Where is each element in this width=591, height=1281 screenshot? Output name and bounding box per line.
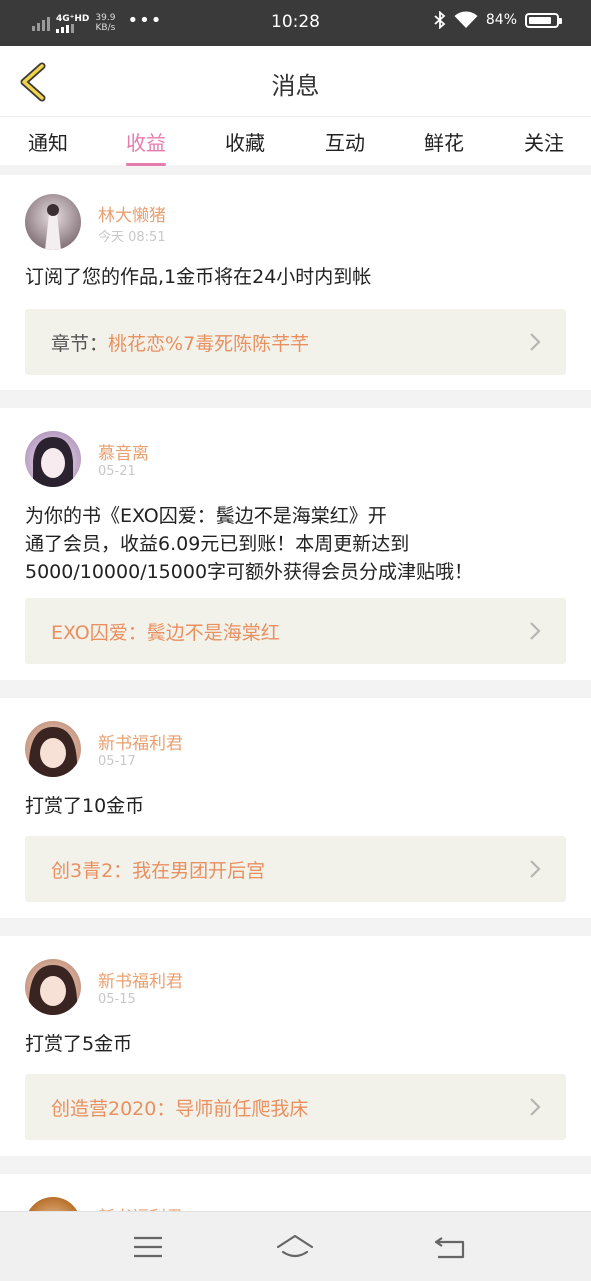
tab-flowers[interactable]: 鲜花 (409, 127, 479, 156)
chevron-right-icon (530, 860, 541, 878)
book-title: EXO囚爱：鬓边不是海棠红 (51, 622, 280, 644)
message-card: 慕音离 05-21 为你的书《EXO囚爱：鬓边不是海棠红》开 通了会员，收益6.… (0, 408, 591, 680)
sender-name[interactable]: 慕音离 (98, 439, 149, 464)
book-title: 创3青2：我在男团开后宫 (51, 860, 266, 882)
message-card: 林大懒猪 今天 08:51 订阅了您的作品,1金币将在24小时内到帐 章节：桃花… (0, 175, 591, 390)
avatar[interactable] (25, 959, 81, 1015)
book-link[interactable]: 章节：桃花恋%7毒死陈陈芊芊 (25, 309, 566, 375)
message-text: 为你的书《EXO囚爱：鬓边不是海棠红》开 通了会员，收益6.09元已到账！本周更… (25, 502, 570, 586)
sender-name[interactable]: 新书福利君 (98, 729, 183, 754)
chevron-right-icon (530, 1098, 541, 1116)
tab-notice[interactable]: 通知 (13, 127, 83, 156)
wifi-icon (454, 11, 478, 28)
tab-follow[interactable]: 关注 (509, 127, 579, 156)
message-card: 新书福利君 05-17 打赏了10金币 创3青2：我在男团开后宫 (0, 698, 591, 918)
message-line: 为你的书《EXO囚爱：鬓边不是海棠红》开 (25, 505, 387, 527)
tab-interaction[interactable]: 互动 (310, 127, 380, 156)
sender-name[interactable]: 新书福利君 (98, 967, 183, 992)
message-line: 通了会员，收益6.09元已到账！本周更新达到 (25, 533, 410, 555)
back-nav-icon[interactable] (430, 1230, 470, 1264)
book-link[interactable]: 创造营2020：导师前任爬我床 (25, 1074, 566, 1140)
message-line: 5000/10000/15000字可额外获得会员分成津贴哦！ (25, 561, 474, 583)
book-link[interactable]: EXO囚爱：鬓边不是海棠红 (25, 598, 566, 664)
sender-name[interactable]: 新书福利君 (98, 1203, 183, 1211)
sender-name[interactable]: 林大懒猪 (98, 201, 166, 226)
status-bar: 4G⁺HD 39.9 KB/s ••• 10:28 84% (0, 0, 591, 46)
message-date: 05-15 (98, 992, 136, 1007)
chevron-right-icon (530, 622, 541, 640)
book-link[interactable]: 创3青2：我在男团开后宫 (25, 836, 566, 902)
home-icon[interactable] (275, 1230, 315, 1264)
tab-bar: 通知 收益 收藏 互动 鲜花 关注 (0, 117, 591, 166)
message-date: 05-17 (98, 754, 136, 769)
bluetooth-icon (434, 11, 446, 29)
menu-icon[interactable] (128, 1230, 168, 1264)
avatar[interactable] (25, 1197, 81, 1211)
active-tab-indicator (126, 163, 166, 166)
battery-icon (525, 12, 562, 28)
system-nav-bar (0, 1211, 591, 1281)
message-text: 打赏了10金币 (25, 795, 145, 817)
message-text: 订阅了您的作品,1金币将在24小时内到帐 (25, 266, 372, 288)
message-date: 今天 08:51 (98, 230, 166, 245)
message-date: 05-21 (98, 464, 136, 479)
book-label: 章节： (51, 333, 109, 355)
battery-percent: 84% (485, 12, 517, 28)
avatar[interactable] (25, 721, 81, 777)
book-title: 创造营2020：导师前任爬我床 (51, 1098, 309, 1120)
tab-earnings[interactable]: 收益 (111, 127, 181, 166)
tab-favorites[interactable]: 收藏 (210, 127, 280, 156)
avatar[interactable] (25, 431, 81, 487)
tab-earnings-label: 收益 (126, 131, 166, 155)
message-text: 打赏了5金币 (25, 1033, 133, 1055)
message-card: 新书福利君 05-15 打赏了5金币 创造营2020：导师前任爬我床 (0, 936, 591, 1156)
page-title: 消息 (271, 72, 320, 100)
message-card: 新书福利君 (0, 1174, 591, 1211)
chevron-right-icon (530, 333, 541, 351)
avatar[interactable] (25, 194, 81, 250)
book-title: 桃花恋%7毒死陈陈芊芊 (108, 333, 310, 355)
header: 消息 (0, 46, 591, 117)
